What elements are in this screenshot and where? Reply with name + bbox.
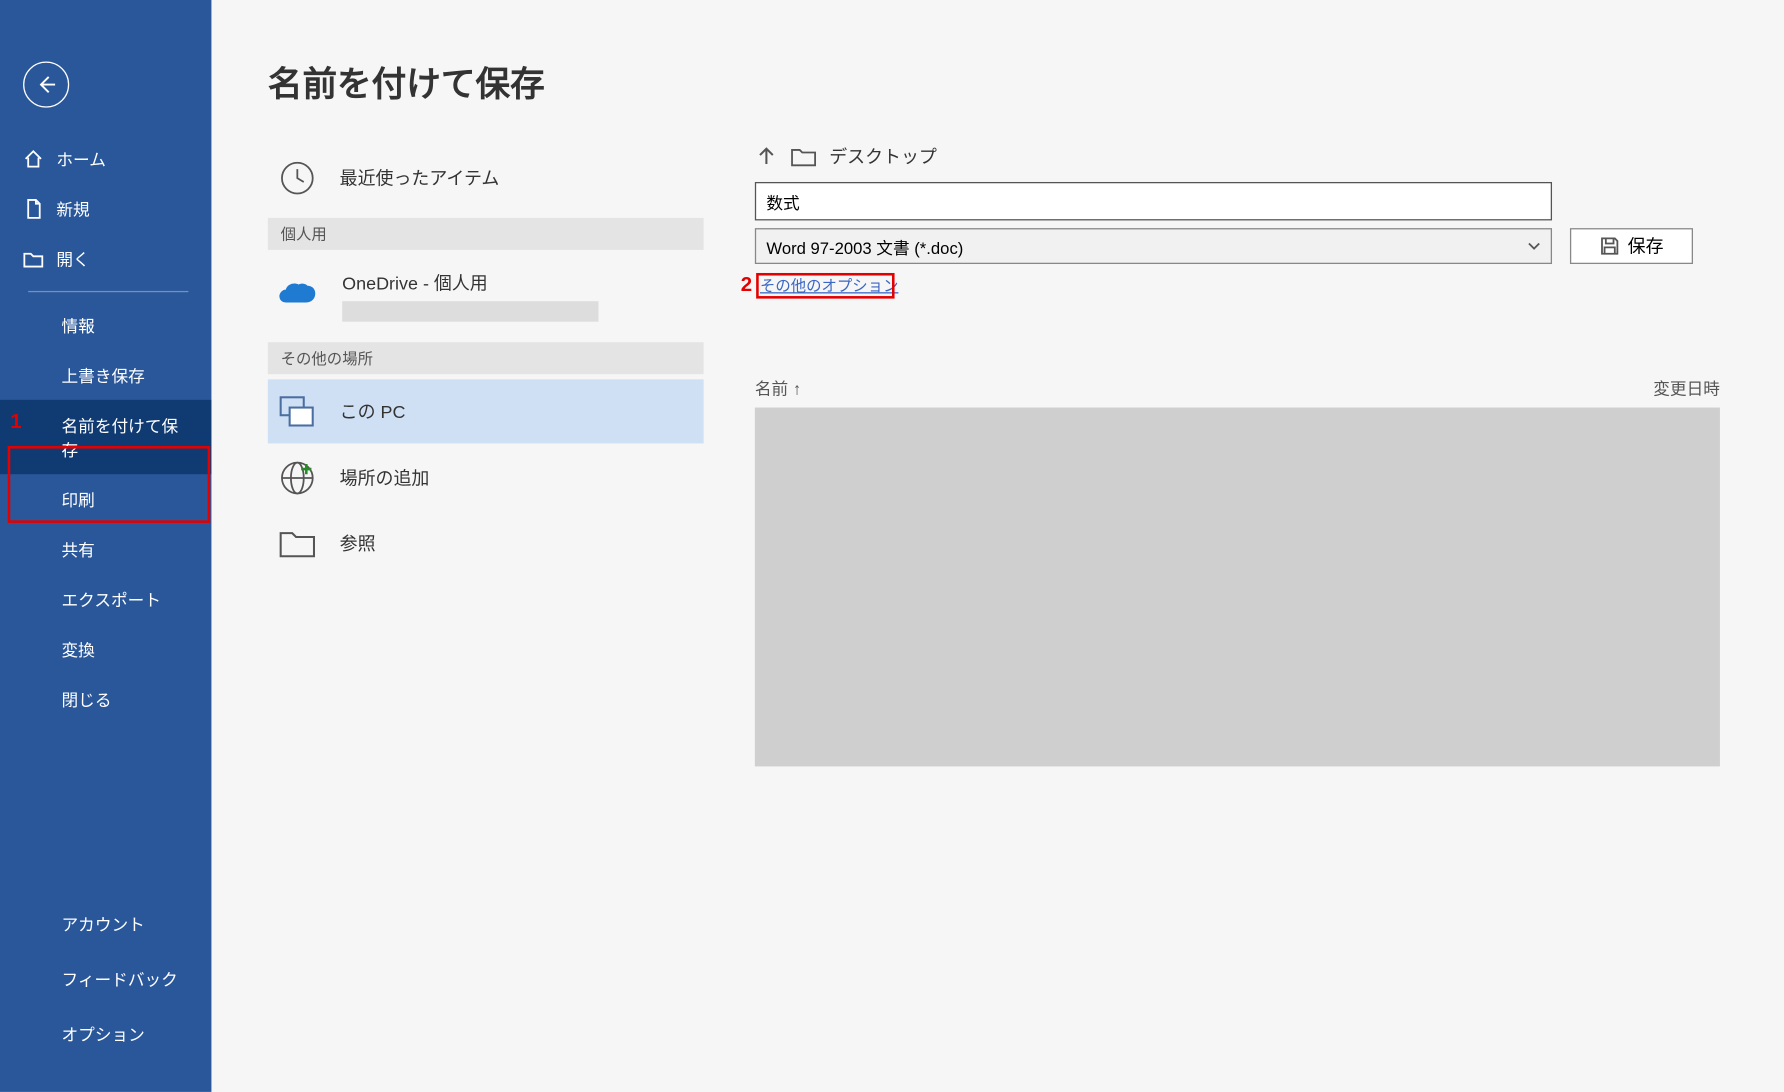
filetype-select[interactable]: Word 97-2003 文書 (*.doc) [755,228,1552,264]
location-onedrive-text: OneDrive - 個人用 [342,273,488,294]
clock-icon [278,159,316,197]
location-this-pc[interactable]: この PC [268,379,704,443]
page-heading: 名前を付けて保存 [268,56,545,106]
save-button[interactable]: 保存 [1570,228,1693,264]
location-add-place-label: 場所の追加 [340,465,430,491]
up-arrow-icon[interactable] [755,145,778,168]
sidebar-item-open[interactable]: 開く [0,233,211,283]
sidebar-item-transform[interactable]: 変換 [0,624,211,674]
current-path[interactable]: デスクトップ [829,144,937,170]
this-pc-icon [278,395,316,428]
filename-input[interactable] [755,182,1552,220]
add-place-icon [278,459,316,497]
save-button-label: 保存 [1628,233,1664,259]
sidebar-item-export[interactable]: エクスポート [0,574,211,624]
locations-column: 最近使ったアイテム 個人用 OneDrive - 個人用 その他の場所 この P… [268,144,704,575]
browse-folder-icon [278,528,316,559]
sidebar-label-options: オプション [62,1025,145,1044]
folder-path-icon [791,146,817,167]
column-header-name[interactable]: 名前 ↑ [755,376,1653,400]
sidebar-item-save-as[interactable]: 名前を付けて保存 [0,400,211,474]
location-this-pc-label: この PC [340,399,406,425]
location-browse[interactable]: 参照 [268,513,704,575]
sidebar-label-transform: 変換 [62,637,95,661]
location-onedrive-label: OneDrive - 個人用 [342,270,598,321]
sidebar-label-open: 開く [56,246,89,270]
location-onedrive-account [342,301,598,322]
sidebar-item-options[interactable]: オプション [0,1006,211,1061]
sidebar-label-info: 情報 [62,313,95,337]
home-icon [23,148,44,169]
sidebar-item-new[interactable]: 新規 [0,183,211,233]
location-add-place[interactable]: 場所の追加 [268,443,704,512]
file-list-empty [755,408,1720,767]
column-header-date[interactable]: 変更日時 [1653,376,1720,400]
location-onedrive[interactable]: OneDrive - 個人用 [268,255,704,337]
save-pane: デスクトップ Word 97-2003 文書 (*.doc) その他のオプション… [755,144,1720,767]
locations-section-other: その他の場所 [268,342,704,374]
save-icon [1599,236,1620,257]
sidebar-label-close: 閉じる [62,687,112,711]
sidebar-item-print[interactable]: 印刷 [0,474,211,524]
more-options-link[interactable]: その他のオプション [755,272,904,299]
sidebar-item-save[interactable]: 上書き保存 [0,350,211,400]
sidebar-item-close[interactable]: 閉じる [0,674,211,724]
sidebar-label-account: アカウント [62,915,145,934]
locations-section-personal: 個人用 [268,218,704,250]
new-doc-icon [23,198,44,219]
sidebar-item-info[interactable]: 情報 [0,300,211,350]
sidebar-label-export: エクスポート [62,587,161,611]
sidebar-label-home: ホーム [56,146,106,170]
open-folder-icon [23,248,44,269]
main-panel: 名前を付けて保存 最近使ったアイテム 個人用 OneDrive - 個人用 その… [211,0,1784,1092]
sidebar-label-share: 共有 [62,537,95,561]
back-button[interactable] [23,62,69,108]
callout-number-1: 1 [10,411,21,434]
callout-number-2: 2 [741,274,752,297]
sidebar-label-new: 新規 [56,196,89,220]
location-browse-label: 参照 [340,531,376,557]
sidebar-item-feedback[interactable]: フィードバック [0,951,211,1006]
backstage-sidebar: ホーム 新規 開く 情報 上書き保存 名前を付けて保存 印刷 共有 エクスポート… [0,0,211,1092]
sidebar-label-print: 印刷 [62,487,95,511]
chevron-down-icon [1528,240,1541,253]
sidebar-label-save-as: 名前を付けて保存 [62,413,189,462]
location-recent-label: 最近使ったアイテム [340,165,500,191]
onedrive-icon [278,282,319,310]
sidebar-label-save: 上書き保存 [62,363,145,387]
sidebar-item-home[interactable]: ホーム [0,133,211,183]
location-recent[interactable]: 最近使ったアイテム [268,144,704,213]
sidebar-item-share[interactable]: 共有 [0,524,211,574]
sidebar-separator [28,291,188,292]
sidebar-label-feedback: フィードバック [62,970,178,989]
filetype-value: Word 97-2003 文書 (*.doc) [766,234,963,258]
sidebar-item-account[interactable]: アカウント [0,896,211,951]
